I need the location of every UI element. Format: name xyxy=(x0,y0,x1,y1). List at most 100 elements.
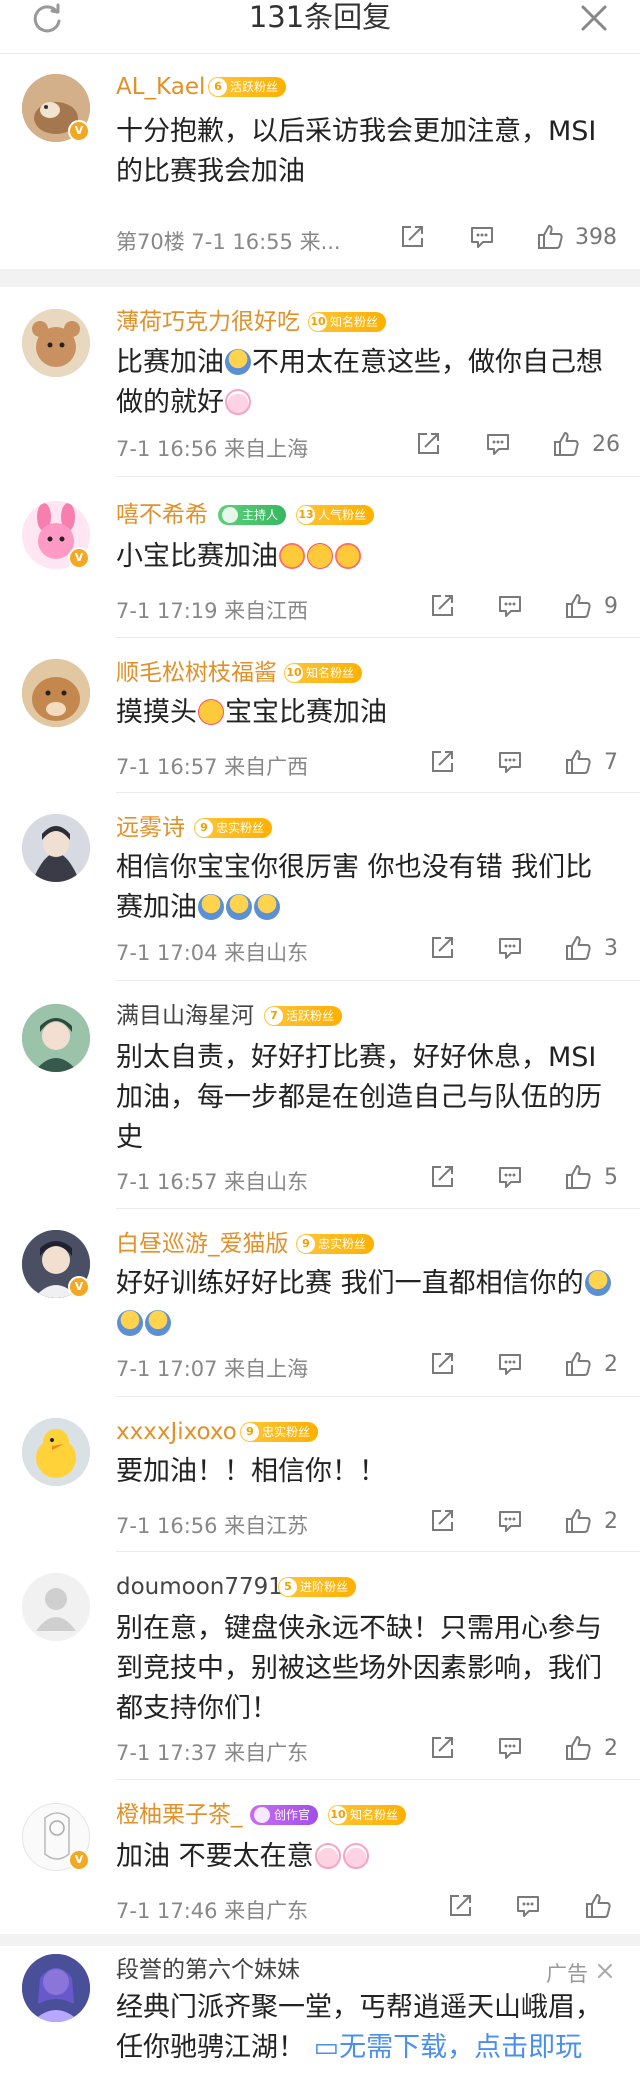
comment-meta: 7-1 16:56 来自上海 xyxy=(116,437,309,461)
reply-item: 薄荷巧克力很好吃 10 知名粉丝 比赛加油 不用太在意这些，做你自己想 做的就好 7… xyxy=(0,287,640,477)
share-icon[interactable] xyxy=(414,430,442,458)
username[interactable]: 白昼巡游_爱猫版 xyxy=(116,1230,289,1258)
share-icon[interactable] xyxy=(428,934,456,962)
share-icon[interactable] xyxy=(428,1350,456,1378)
emoji-worker-icon xyxy=(117,1310,143,1336)
username[interactable]: 顺毛松树枝福酱 xyxy=(116,659,277,687)
comment-text: 要加油！！相信你！！ xyxy=(116,1456,386,1487)
share-icon[interactable] xyxy=(428,592,456,620)
emoji-rabbit-icon xyxy=(314,1843,341,1869)
comment-meta: 7-1 16:57 来自广西 xyxy=(116,755,309,779)
comment-icon[interactable] xyxy=(496,1350,524,1378)
close-icon[interactable] xyxy=(596,1962,614,1980)
thumb-up-icon[interactable] xyxy=(564,1163,592,1191)
fan-badge: 5 进阶粉丝 xyxy=(278,1577,357,1597)
emoji-love-icon xyxy=(198,699,224,725)
fan-badge: 6 活跃粉丝 xyxy=(208,77,287,97)
thumb-up-icon[interactable] xyxy=(564,748,592,776)
comment-meta: 7-1 17:19 来自江西 xyxy=(116,599,309,623)
avatar[interactable] xyxy=(22,659,90,727)
comment-text: 别在意，键盘侠永远不缺！只需用心参与 到竞技中，别被这些场外因素影响，我们 都支… xyxy=(116,1613,602,1724)
like-count: 2 xyxy=(604,1352,618,1377)
comment-text: 十分抱歉，以后采访我会更加注意，MSI 的比赛我会加油 xyxy=(116,116,597,187)
play-now-link[interactable]: ▭无需下载，点击即玩 xyxy=(314,2032,583,2063)
emoji-worker-icon xyxy=(225,349,251,375)
comment-text: 相信你宝宝你很厉害 你也没有错 我们比 赛加油 xyxy=(116,852,593,923)
emoji-worker-icon xyxy=(198,894,224,920)
comment-icon[interactable] xyxy=(496,1507,524,1535)
comment-meta: 第70楼 7-1 16:55 来... xyxy=(116,230,341,254)
emoji-party-icon xyxy=(335,543,361,569)
verified-icon: V xyxy=(68,1849,90,1871)
verified-icon: V xyxy=(68,547,90,569)
comment-meta: 7-1 16:57 来自山东 xyxy=(116,1170,309,1194)
emoji-worker-icon xyxy=(584,1270,611,1296)
username[interactable]: 满目山海星河 xyxy=(116,1002,254,1030)
thumb-up-icon[interactable] xyxy=(564,1350,592,1378)
reply-item: V 嘻不希希 主持人 13 人气粉丝 小宝比赛加油 7-1 17:19 来自江西 … xyxy=(0,477,640,638)
verified-icon: V xyxy=(68,1276,90,1298)
like-count: 7 xyxy=(604,750,618,775)
emoji-party-icon xyxy=(279,543,305,569)
like-count: 9 xyxy=(604,594,618,619)
comment-icon[interactable] xyxy=(496,748,524,776)
comment-meta: 7-1 17:07 来自上海 xyxy=(116,1357,309,1381)
comment-icon[interactable] xyxy=(514,1892,542,1920)
avatar[interactable] xyxy=(22,1418,90,1486)
comment-icon[interactable] xyxy=(496,1163,524,1191)
share-icon[interactable] xyxy=(428,1163,456,1191)
thumb-up-icon[interactable] xyxy=(564,1507,592,1535)
thumb-up-icon[interactable] xyxy=(564,934,592,962)
share-icon[interactable] xyxy=(428,1507,456,1535)
comment-text: 小宝比赛加油 xyxy=(116,537,616,577)
emoji-rabbit-icon xyxy=(342,1843,369,1869)
username[interactable]: xxxxJixoxo xyxy=(116,1418,237,1446)
emoji-worker-icon xyxy=(254,894,280,920)
username[interactable]: 嘻不希希 xyxy=(116,501,208,529)
advertiser-name[interactable]: 段誉的第六个妹妹 xyxy=(116,1956,300,1984)
comment-icon[interactable] xyxy=(484,430,512,458)
ad-item[interactable]: 段誉的第六个妹妹 广告 经典门派齐聚一堂，丐帮逍遥天山峨眉， 任你驰骋江湖！ ▭… xyxy=(0,1946,640,2076)
username[interactable]: 远雾诗 xyxy=(116,814,185,842)
ad-label: 广告 xyxy=(546,1962,588,1986)
reply-item: 远雾诗 9 忠实粉丝 相信你宝宝你很厉害 你也没有错 我们比 赛加油 7-1 17… xyxy=(0,792,640,981)
share-icon[interactable] xyxy=(446,1892,474,1920)
avatar[interactable] xyxy=(22,1954,90,2022)
comment-icon[interactable] xyxy=(468,223,496,251)
avatar[interactable] xyxy=(22,1004,90,1072)
fan-badge: 10 知名粉丝 xyxy=(284,663,363,683)
section-divider xyxy=(0,1934,640,1946)
comment-meta: 7-1 17:04 来自山东 xyxy=(116,941,309,965)
comment-text: 摸摸头 宝宝比赛加油 xyxy=(116,697,387,728)
share-icon[interactable] xyxy=(428,1734,456,1762)
close-icon[interactable] xyxy=(578,2,610,34)
username[interactable]: 薄荷巧克力很好吃 xyxy=(116,308,300,336)
like-count: 2 xyxy=(604,1736,618,1761)
username[interactable]: AL_Kael xyxy=(116,73,205,101)
avatar[interactable] xyxy=(22,814,90,882)
avatar[interactable] xyxy=(22,309,90,377)
comment-text: 好好训练好好比赛 我们一直都相信你的 xyxy=(116,1264,616,1344)
thumb-up-icon[interactable] xyxy=(584,1892,612,1920)
emoji-kiss-icon xyxy=(307,543,333,569)
fan-badge: 7 活跃粉丝 xyxy=(264,1006,343,1026)
avatar[interactable] xyxy=(22,1573,90,1641)
thumb-up-icon[interactable] xyxy=(536,223,564,251)
top-bar: 131条回复 xyxy=(0,0,640,54)
username[interactable]: doumoon7791 xyxy=(116,1573,283,1601)
share-icon[interactable] xyxy=(398,223,426,251)
like-count: 5 xyxy=(604,1165,618,1190)
comment-icon[interactable] xyxy=(496,934,524,962)
thumb-up-icon[interactable] xyxy=(564,592,592,620)
comment-icon[interactable] xyxy=(496,1734,524,1762)
comment-meta: 7-1 17:46 来自广东 xyxy=(116,1899,309,1923)
comment-icon[interactable] xyxy=(496,592,524,620)
share-icon[interactable] xyxy=(428,748,456,776)
ad-text: 经典门派齐聚一堂，丐帮逍遥天山峨眉， 任你驰骋江湖！ ▭无需下载，点击即玩 xyxy=(116,1992,602,2063)
thumb-up-icon[interactable] xyxy=(564,1734,592,1762)
thumb-up-icon[interactable] xyxy=(552,430,580,458)
verified-icon: V xyxy=(68,120,90,142)
username[interactable]: 橙柚栗子茶_ xyxy=(116,1801,243,1829)
emoji-worker-icon xyxy=(145,1310,171,1336)
comment-meta: 7-1 17:37 来自广东 xyxy=(116,1741,309,1765)
